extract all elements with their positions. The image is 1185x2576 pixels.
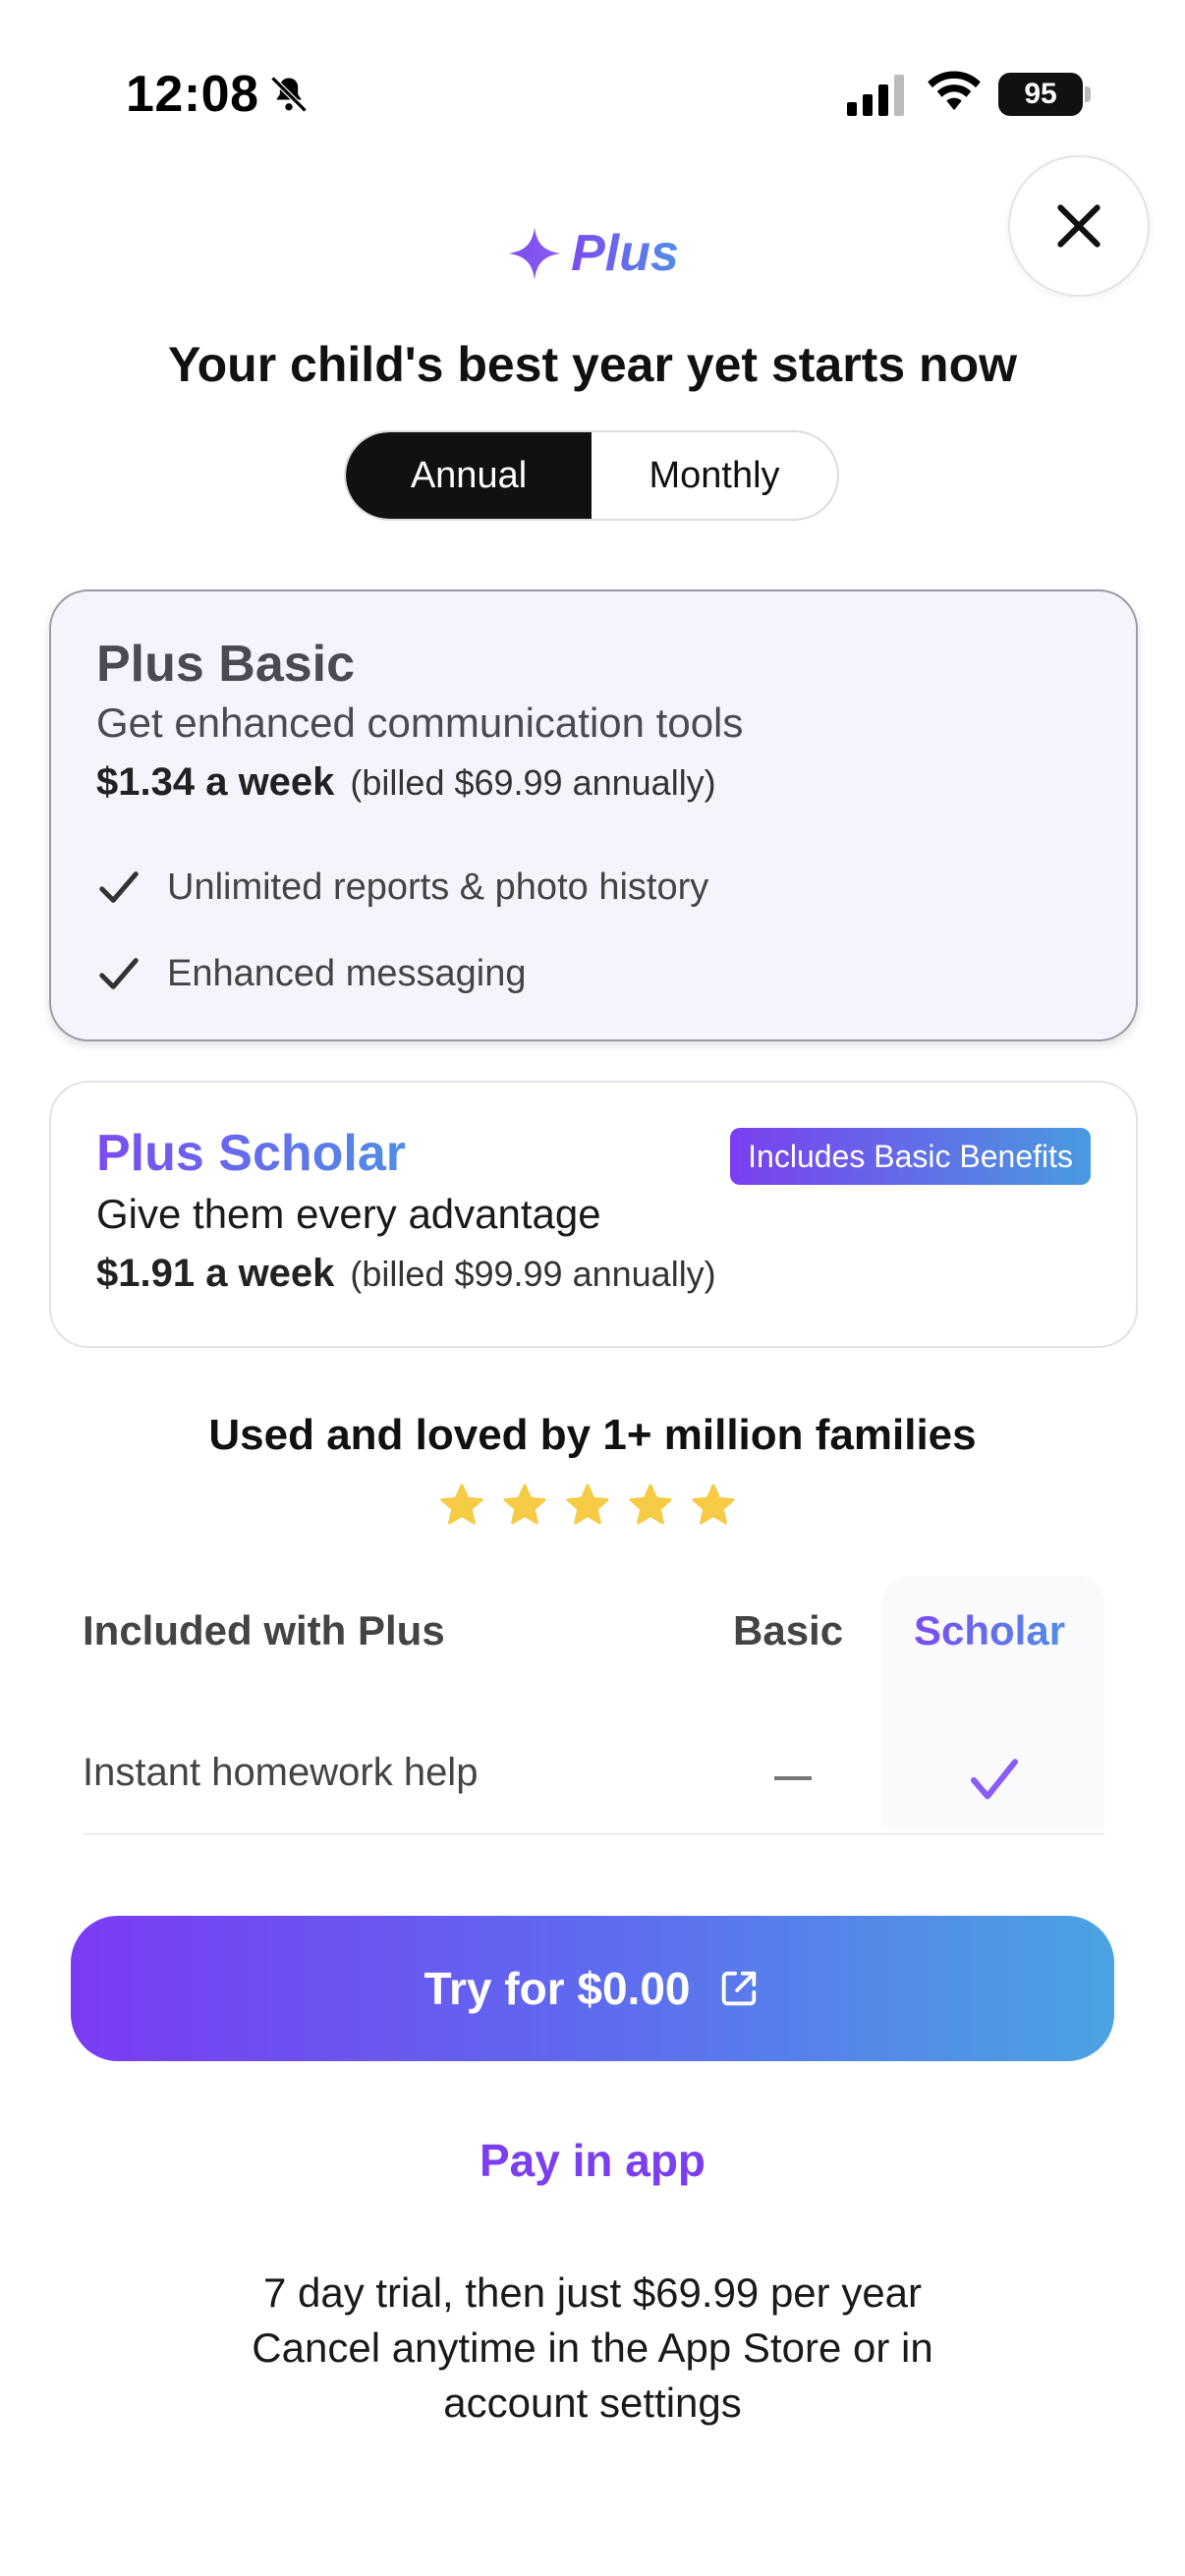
page-title: Your child's best year yet starts now (167, 337, 1017, 392)
status-time: 12:08 (126, 66, 259, 123)
billing-period-toggle: Annual Monthly (344, 430, 839, 521)
battery-cap (1085, 86, 1091, 102)
star-icon (503, 1484, 546, 1525)
terms-line: 7 day trial, then just $69.99 per year (262, 2269, 923, 2316)
plan-card-basic[interactable]: Plus Basic Get enhanced communication to… (49, 589, 1138, 1041)
column-scholar: Scholar (914, 1607, 1066, 1653)
star-icon (692, 1484, 735, 1525)
try-free-button[interactable]: Try for $0.00 (71, 1916, 1114, 2061)
comparison-header: Included with Plus (83, 1607, 445, 1653)
trial-terms: 7 day trial, then just $69.99 per year C… (147, 2266, 1038, 2431)
bell-muted-icon (270, 76, 308, 113)
pay-in-app-link[interactable]: Pay in app (0, 2134, 1185, 2187)
checkmark-icon (99, 871, 139, 903)
plan-billed: (billed $69.99 annually) (350, 762, 716, 803)
cta-label: Try for $0.00 (423, 1963, 691, 2014)
scroll-fade (0, 1847, 1185, 1926)
plan-name: Plus Scholar (96, 1125, 406, 1182)
row-divider (83, 1833, 1104, 1835)
terms-line: account settings (443, 2380, 742, 2426)
plan-price: $1.91 a week (96, 1252, 335, 1295)
cellular-signal-icon (847, 75, 904, 116)
social-proof-text: Used and loved by 1+ million families (208, 1411, 977, 1459)
toggle-annual[interactable]: Annual (346, 432, 592, 519)
checkmark-icon (99, 958, 139, 989)
feature-label: Unlimited reports & photo history (167, 866, 709, 908)
plan-card-scholar[interactable]: Plus Scholar Includes Basic Benefits Giv… (49, 1081, 1138, 1348)
includes-basic-badge: Includes Basic Benefits (730, 1128, 1091, 1185)
feature-label: Enhanced messaging (167, 952, 527, 994)
included-check-icon (970, 1759, 1019, 1800)
battery-indicator: 95 (998, 73, 1083, 116)
plan-name: Plus Basic (96, 636, 356, 693)
feature-item: Unlimited reports & photo history (96, 865, 708, 910)
star-icon (566, 1484, 609, 1525)
star-icon (629, 1484, 672, 1525)
column-basic: Basic (733, 1607, 844, 1653)
plan-price: $1.34 a week (96, 760, 335, 804)
wifi-icon (928, 71, 981, 111)
sparkle-icon (508, 227, 561, 280)
status-bar: 12:08 95 (0, 0, 1185, 187)
plan-tagline: Give them every advantage (96, 1191, 601, 1237)
comparison-row-label: Instant homework help (83, 1751, 479, 1794)
plan-price-line: $1.91 a week (billed $99.99 annually) (96, 1252, 716, 1296)
star-icon (440, 1484, 483, 1525)
brand-name: Plus (571, 225, 679, 282)
plan-price-line: $1.34 a week (billed $69.99 annually) (96, 760, 716, 805)
brand-logo: Plus (0, 224, 1185, 283)
plan-billed: (billed $99.99 annually) (350, 1254, 716, 1294)
star-rating (438, 1482, 737, 1529)
feature-item: Enhanced messaging (96, 951, 526, 996)
external-link-icon (721, 1971, 756, 2006)
plan-tagline: Get enhanced communication tools (96, 700, 744, 746)
toggle-monthly[interactable]: Monthly (592, 432, 837, 519)
terms-line: Cancel anytime in the App Store or in (252, 2324, 933, 2371)
not-included-dash (774, 1776, 812, 1780)
